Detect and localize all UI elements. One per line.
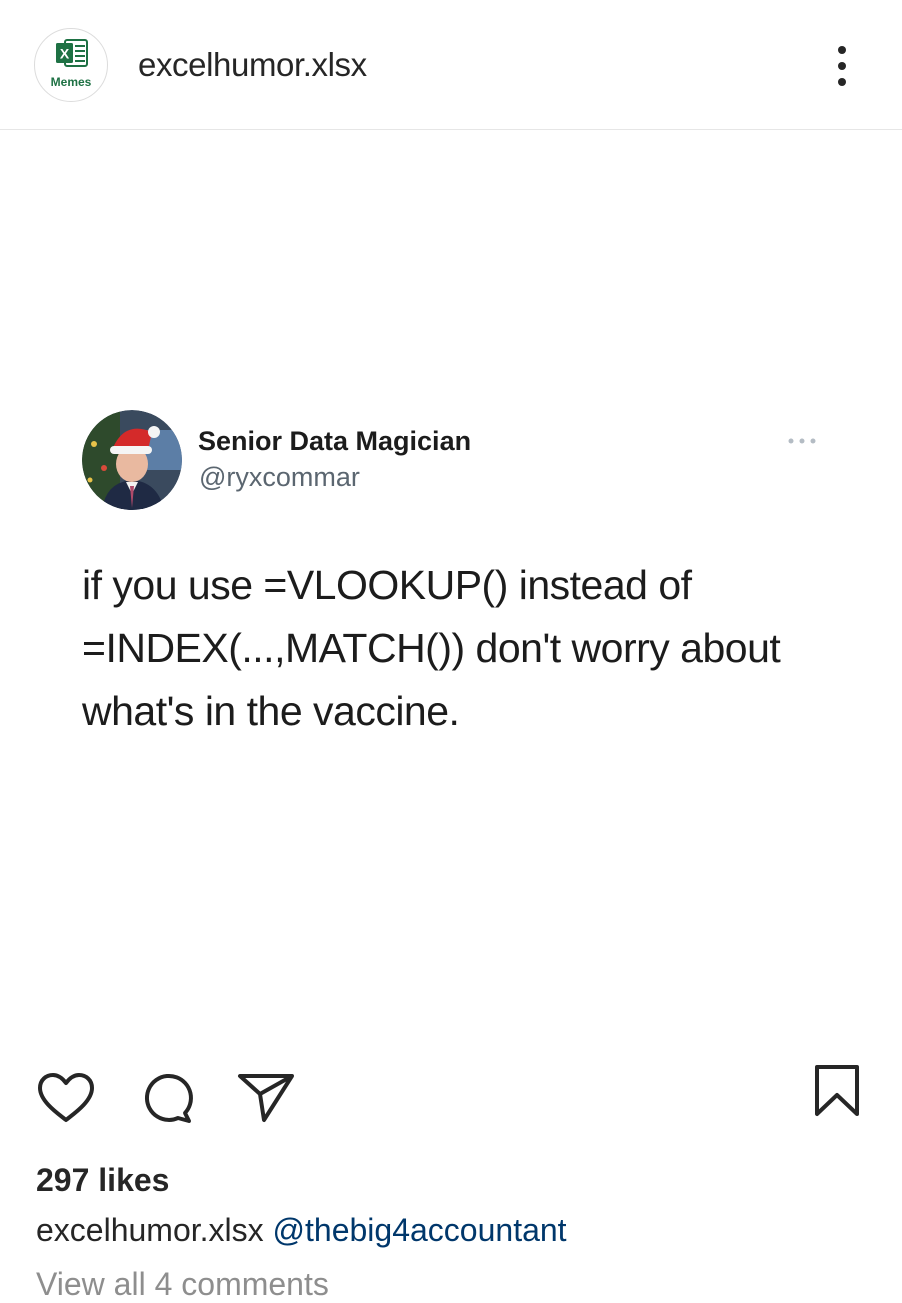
avatar-label: Memes: [50, 75, 92, 89]
post-username[interactable]: excelhumor.xlsx: [138, 46, 367, 84]
ellipsis-icon: [788, 438, 816, 444]
kebab-menu-icon[interactable]: [830, 44, 854, 88]
likes-count[interactable]: 297 likes: [36, 1162, 169, 1199]
excel-logo-letter: X: [60, 46, 70, 62]
bookmark-icon[interactable]: [812, 1064, 862, 1118]
tweet-text-line: if you use =VLOOKUP() instead of: [82, 562, 692, 608]
excel-logo-icon: X: [56, 39, 88, 67]
tweet-display-name: Senior Data Magician: [198, 426, 472, 456]
tweet-avatar: [82, 410, 182, 510]
paper-plane-icon[interactable]: [236, 1070, 296, 1124]
tweet-text: if you use =VLOOKUP() instead of =INDEX(…: [82, 554, 842, 743]
heart-icon[interactable]: [36, 1072, 96, 1124]
tweet-handle: @ryxcommar: [199, 462, 360, 492]
tweet-text-line: what's in the vaccine.: [82, 688, 460, 734]
caption-mention[interactable]: @thebig4accountant: [273, 1212, 567, 1248]
comment-icon[interactable]: [138, 1070, 194, 1126]
tweet-text-line: =INDEX(...,MATCH()) don't worry about: [82, 625, 781, 671]
post-caption: excelhumor.xlsx @thebig4accountant: [36, 1212, 567, 1249]
caption-username[interactable]: excelhumor.xlsx: [36, 1212, 264, 1248]
profile-avatar[interactable]: X Memes: [34, 28, 108, 102]
post-header: X Memes excelhumor.xlsx: [0, 0, 902, 130]
view-comments-link[interactable]: View all 4 comments: [36, 1266, 329, 1303]
